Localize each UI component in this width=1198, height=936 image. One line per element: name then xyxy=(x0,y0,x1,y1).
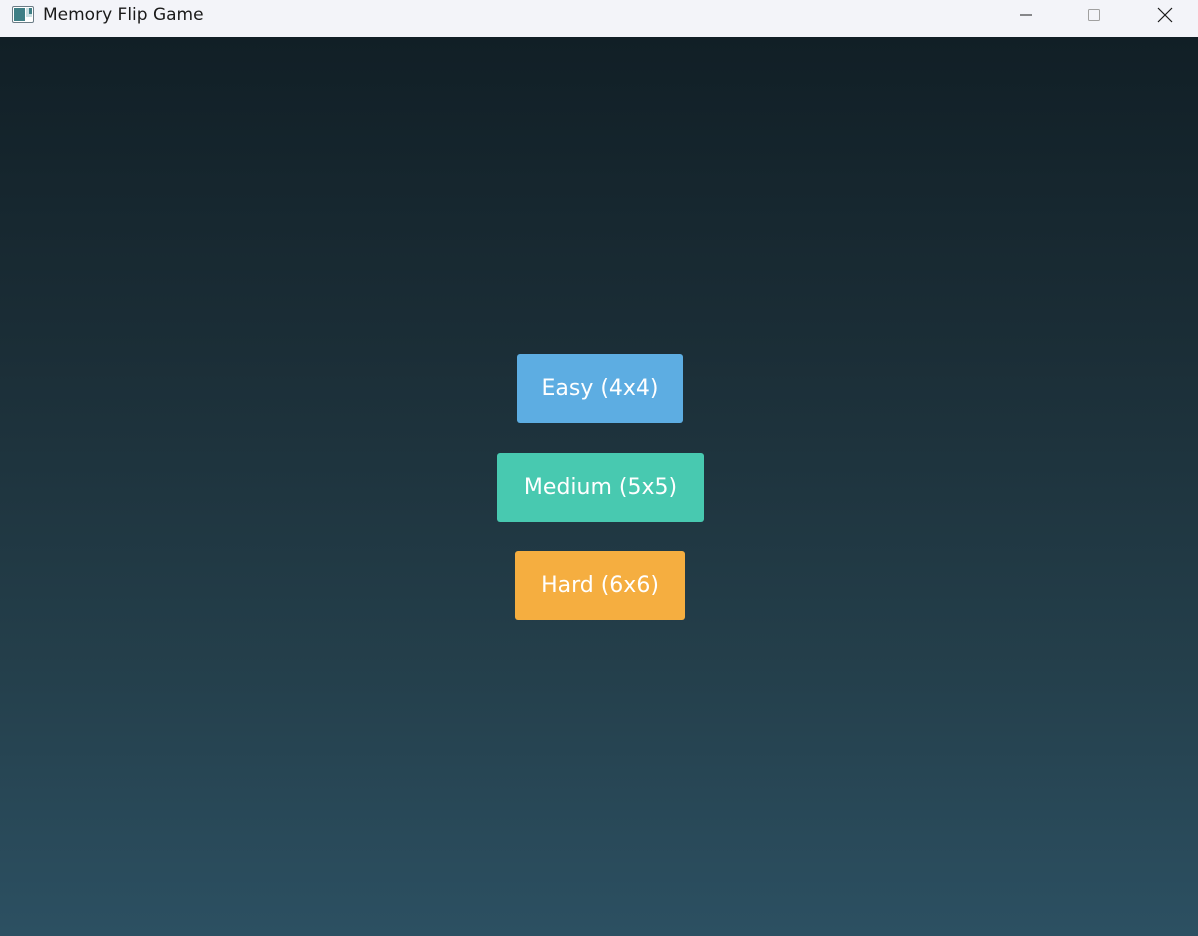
window-title: Memory Flip Game xyxy=(43,5,204,25)
hard-button-label: Hard (6x6) xyxy=(541,573,659,598)
game-menu-area: Easy (4x4) Medium (5x5) Hard (6x6) xyxy=(0,37,1198,936)
medium-button-label: Medium (5x5) xyxy=(523,475,678,500)
close-icon xyxy=(1157,7,1173,23)
easy-difficulty-button[interactable]: Easy (4x4) xyxy=(517,354,683,423)
medium-difficulty-button[interactable]: Medium (5x5) xyxy=(497,453,704,522)
hard-difficulty-button[interactable]: Hard (6x6) xyxy=(515,551,685,620)
minimize-icon xyxy=(1019,8,1033,22)
app-window-icon xyxy=(12,6,34,23)
app-window: Memory Flip Game Easy (4x4) Medium (5x5)… xyxy=(0,0,1198,936)
title-bar[interactable]: Memory Flip Game xyxy=(0,0,1198,37)
minimize-button[interactable] xyxy=(1003,0,1049,30)
maximize-icon xyxy=(1087,8,1101,22)
close-button[interactable] xyxy=(1142,0,1188,30)
maximize-button[interactable] xyxy=(1071,0,1117,30)
easy-button-label: Easy (4x4) xyxy=(541,376,659,401)
